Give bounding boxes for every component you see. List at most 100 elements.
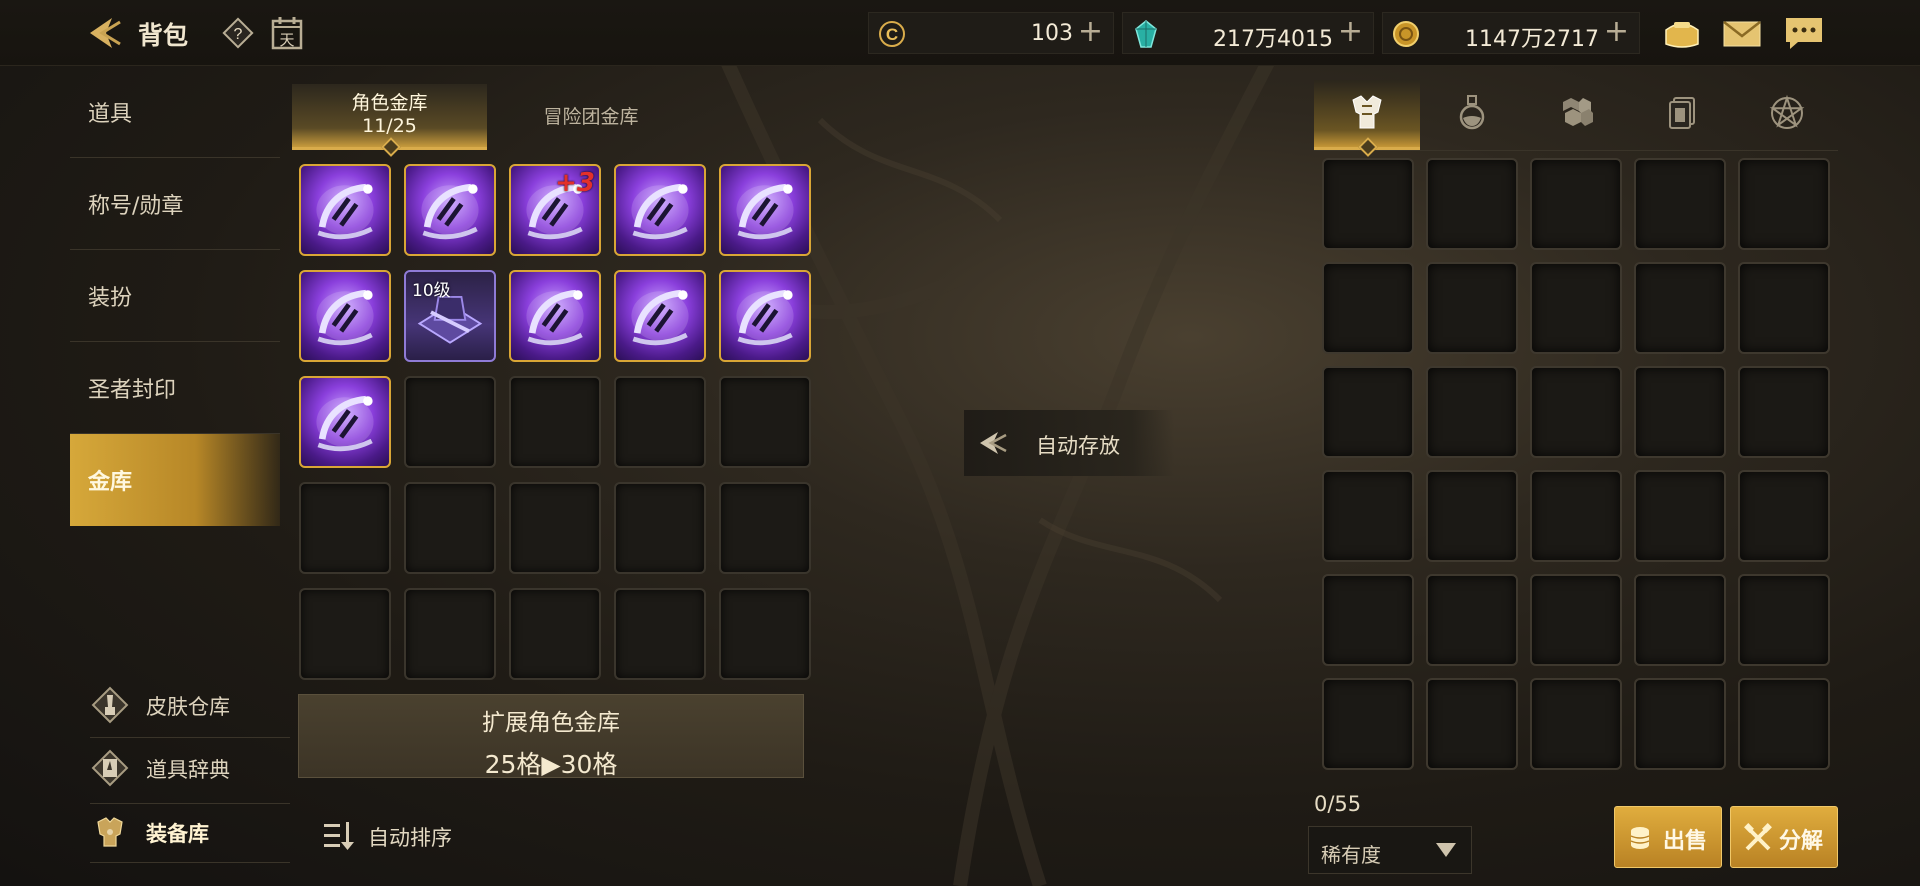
inventory-empty-slot[interactable]	[1738, 470, 1830, 562]
vault-empty-slot[interactable]	[509, 482, 601, 574]
auto-store-label: 自动存放	[1036, 434, 1120, 458]
item-enhance-badge: +3	[555, 168, 595, 198]
inventory-empty-slot[interactable]	[1426, 262, 1518, 354]
calendar-button[interactable]: 天	[270, 15, 304, 51]
auto-store-button[interactable]: 自动存放	[964, 410, 1174, 476]
vault-item-slot[interactable]	[404, 164, 496, 256]
inventory-empty-slot[interactable]	[1322, 158, 1414, 250]
tab-consumables[interactable]	[1419, 80, 1525, 150]
book-icon	[91, 749, 129, 787]
inventory-empty-slot[interactable]	[1322, 366, 1414, 458]
inventory-empty-slot[interactable]	[1634, 158, 1726, 250]
vault-item-slot[interactable]	[614, 270, 706, 362]
vault-item-slot[interactable]: +3	[509, 164, 601, 256]
gear-item-icon	[631, 183, 689, 240]
sort-icon	[324, 822, 354, 850]
vault-item-slot[interactable]: 10级	[404, 270, 496, 362]
calendar-label: 天	[279, 31, 294, 49]
tab-special[interactable]	[1734, 80, 1840, 150]
wallet-button[interactable]	[1660, 14, 1704, 52]
disassemble-button[interactable]: 分解	[1730, 806, 1838, 868]
tab-cards[interactable]	[1629, 80, 1735, 150]
vault-empty-slot[interactable]	[404, 588, 496, 680]
chat-button[interactable]	[1782, 14, 1826, 52]
dropdown-arrow-icon	[1436, 843, 1456, 857]
vault-item-slot[interactable]	[614, 164, 706, 256]
vault-empty-slot[interactable]	[299, 588, 391, 680]
vault-empty-slot[interactable]	[614, 588, 706, 680]
inventory-empty-slot[interactable]	[1426, 158, 1518, 250]
vault-item-slot[interactable]	[719, 270, 811, 362]
vault-item-slot[interactable]	[509, 270, 601, 362]
item-dictionary-button[interactable]: 道具辞典	[90, 740, 290, 796]
help-button[interactable]: ?	[222, 17, 254, 49]
vault-item-slot[interactable]	[299, 376, 391, 468]
tab-count: 11/25	[362, 115, 417, 137]
inventory-empty-slot[interactable]	[1322, 678, 1414, 770]
tab-underline	[1314, 150, 1838, 151]
currency-gold: 1147万2717 +	[1382, 12, 1640, 54]
back-arrow-icon	[90, 18, 121, 48]
equipment-storage-button[interactable]: 装备库	[90, 804, 290, 860]
vault-item-slot[interactable]	[299, 164, 391, 256]
sell-button[interactable]: 出售	[1614, 806, 1722, 868]
inventory-empty-slot[interactable]	[1426, 678, 1518, 770]
vault-empty-slot[interactable]	[509, 588, 601, 680]
gold-coin-icon	[1393, 21, 1419, 47]
skin-storage-label: 皮肤仓库	[146, 695, 230, 719]
inventory-empty-slot[interactable]	[1738, 678, 1830, 770]
vault-empty-slot[interactable]	[299, 482, 391, 574]
skin-storage-button[interactable]: 皮肤仓库	[90, 677, 290, 733]
inventory-empty-slot[interactable]	[1322, 470, 1414, 562]
sidebar-item-saint-seal[interactable]: 圣者封印	[70, 342, 280, 434]
rarity-filter-dropdown[interactable]: 稀有度	[1308, 826, 1472, 874]
inventory-empty-slot[interactable]	[1530, 262, 1622, 354]
sidebar-item-vault[interactable]: 金库	[70, 434, 280, 526]
inventory-empty-slot[interactable]	[1426, 574, 1518, 666]
inventory-empty-slot[interactable]	[1634, 470, 1726, 562]
inventory-empty-slot[interactable]	[1738, 574, 1830, 666]
inventory-empty-slot[interactable]	[1634, 574, 1726, 666]
arrow-left-icon	[980, 432, 1007, 454]
back-button[interactable]	[82, 12, 124, 54]
add-crystal-button[interactable]: +	[1338, 16, 1363, 48]
vault-item-slot[interactable]	[299, 270, 391, 362]
tab-adventure-vault[interactable]: 冒险团金库	[506, 84, 676, 150]
mail-icon	[1723, 21, 1761, 47]
vault-empty-slot[interactable]	[719, 376, 811, 468]
inventory-empty-slot[interactable]	[1738, 158, 1830, 250]
disassemble-label: 分解	[1779, 829, 1824, 854]
inventory-empty-slot[interactable]	[1322, 574, 1414, 666]
sidebar-item-titles-medals[interactable]: 称号/勋章	[70, 158, 280, 250]
inventory-empty-slot[interactable]	[1634, 366, 1726, 458]
vault-empty-slot[interactable]	[404, 482, 496, 574]
sidebar-item-props[interactable]: 道具	[70, 66, 280, 158]
add-c-coin-button[interactable]: +	[1078, 16, 1103, 48]
gear-item-icon	[316, 395, 374, 452]
inventory-empty-slot[interactable]	[1738, 262, 1830, 354]
tab-materials[interactable]	[1524, 80, 1630, 150]
inventory-empty-slot[interactable]	[1634, 262, 1726, 354]
vault-item-slot[interactable]	[719, 164, 811, 256]
mail-button[interactable]	[1720, 14, 1764, 52]
inventory-empty-slot[interactable]	[1530, 574, 1622, 666]
vault-empty-slot[interactable]	[404, 376, 496, 468]
vault-empty-slot[interactable]	[719, 482, 811, 574]
sidebar-item-costume[interactable]: 装扮	[70, 250, 280, 342]
vault-empty-slot[interactable]	[614, 482, 706, 574]
vault-empty-slot[interactable]	[509, 376, 601, 468]
inventory-empty-slot[interactable]	[1530, 470, 1622, 562]
vault-empty-slot[interactable]	[719, 588, 811, 680]
inventory-empty-slot[interactable]	[1530, 366, 1622, 458]
vault-empty-slot[interactable]	[614, 376, 706, 468]
gear-item-icon	[526, 289, 584, 346]
inventory-empty-slot[interactable]	[1426, 366, 1518, 458]
expand-vault-button[interactable]: 扩展角色金库 25格▶30格	[298, 694, 804, 779]
inventory-empty-slot[interactable]	[1322, 262, 1414, 354]
inventory-empty-slot[interactable]	[1426, 470, 1518, 562]
inventory-empty-slot[interactable]	[1738, 366, 1830, 458]
inventory-empty-slot[interactable]	[1634, 678, 1726, 770]
add-gold-button[interactable]: +	[1604, 16, 1629, 48]
inventory-empty-slot[interactable]	[1530, 678, 1622, 770]
inventory-empty-slot[interactable]	[1530, 158, 1622, 250]
